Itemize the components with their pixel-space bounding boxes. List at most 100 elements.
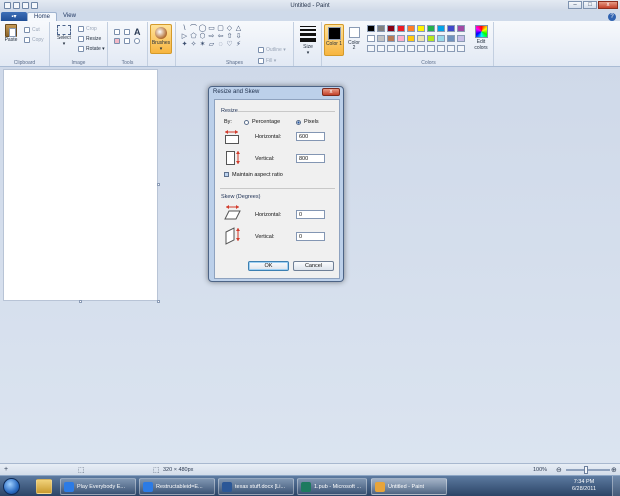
color-swatch[interactable]: [407, 35, 415, 42]
color-swatch[interactable]: [377, 25, 385, 32]
shape-item[interactable]: ✦: [180, 41, 189, 49]
shape-item[interactable]: \: [180, 25, 189, 33]
rotate-button[interactable]: Rotate ▾: [78, 46, 105, 52]
system-clock[interactable]: 7:34 PM 6/28/2011: [572, 479, 596, 493]
empty-color-swatch[interactable]: [377, 45, 385, 52]
shape-item[interactable]: ◇: [225, 25, 234, 33]
paint-menu-button[interactable]: ▪▾: [1, 12, 27, 21]
taskbar-item[interactable]: Play Everybody E...: [60, 478, 136, 495]
taskbar-item[interactable]: texas stuff.docx [Li...: [218, 478, 294, 495]
color-swatch[interactable]: [417, 35, 425, 42]
shape-item[interactable]: ⇨: [207, 33, 216, 41]
skew-horizontal-input[interactable]: [296, 210, 325, 219]
edit-colors-button[interactable]: Edit colors: [470, 25, 492, 51]
shape-item[interactable]: ▷: [180, 33, 189, 41]
pencil-icon[interactable]: [114, 29, 120, 35]
shape-item[interactable]: ♡: [225, 41, 234, 49]
color-swatch[interactable]: [437, 35, 445, 42]
empty-color-swatch[interactable]: [437, 45, 445, 52]
color-swatch[interactable]: [387, 35, 395, 42]
cancel-button[interactable]: Cancel: [293, 261, 334, 271]
maximize-button[interactable]: □: [583, 1, 597, 9]
shape-item[interactable]: ✧: [189, 41, 198, 49]
zoom-slider[interactable]: [566, 466, 610, 474]
help-button[interactable]: ?: [608, 13, 616, 21]
shape-item[interactable]: ⇦: [216, 33, 225, 41]
color-picker-icon[interactable]: [124, 38, 130, 44]
canvas-resize-handle-corner[interactable]: [157, 300, 160, 303]
shape-item[interactable]: ⬡: [198, 33, 207, 41]
copy-button[interactable]: Copy: [24, 37, 44, 43]
shape-item[interactable]: ⚡: [234, 41, 243, 49]
empty-color-swatch[interactable]: [407, 45, 415, 52]
color-swatch[interactable]: [397, 35, 405, 42]
minimize-button[interactable]: –: [568, 1, 582, 9]
shape-item[interactable]: ⇩: [234, 33, 243, 41]
color-swatch[interactable]: [447, 35, 455, 42]
eraser-icon[interactable]: [114, 38, 120, 44]
color2-button[interactable]: Color 2: [346, 24, 362, 56]
drawing-canvas[interactable]: [3, 69, 158, 301]
zoom-in-icon[interactable]: ⊕: [611, 466, 617, 474]
show-desktop-button[interactable]: [612, 476, 620, 496]
cut-button[interactable]: Cut: [24, 27, 40, 33]
color-swatch[interactable]: [407, 25, 415, 32]
empty-color-swatch[interactable]: [367, 45, 375, 52]
skew-vertical-input[interactable]: [296, 232, 325, 241]
magnifier-icon[interactable]: [134, 38, 140, 44]
resize-horizontal-input[interactable]: [296, 132, 325, 141]
zoom-out-icon[interactable]: ⊖: [556, 466, 562, 474]
crop-button[interactable]: Crop: [78, 26, 97, 32]
shape-item[interactable]: ◯: [198, 25, 207, 33]
text-tool-icon[interactable]: A: [134, 27, 141, 37]
color-swatch[interactable]: [397, 25, 405, 32]
color-swatch[interactable]: [427, 25, 435, 32]
brushes-button[interactable]: Brushes ▾: [150, 24, 172, 54]
select-button[interactable]: Select ▾: [53, 25, 75, 47]
resize-button[interactable]: Resize: [78, 36, 101, 42]
empty-color-swatch[interactable]: [397, 45, 405, 52]
taskbar-item[interactable]: Restructableid=E...: [139, 478, 215, 495]
canvas-resize-handle-bottom[interactable]: [79, 300, 82, 303]
empty-color-swatch[interactable]: [427, 45, 435, 52]
tab-home[interactable]: Home: [27, 12, 58, 21]
shape-item[interactable]: ⌒: [189, 25, 198, 33]
canvas-resize-handle-right[interactable]: [157, 183, 160, 186]
color-swatch[interactable]: [447, 25, 455, 32]
shape-item[interactable]: ⬠: [189, 33, 198, 41]
file-explorer-icon[interactable]: [36, 479, 52, 494]
ok-button[interactable]: OK: [248, 261, 289, 271]
close-button[interactable]: x: [598, 1, 618, 9]
empty-color-swatch[interactable]: [387, 45, 395, 52]
fill-button[interactable]: Fill ▾: [258, 58, 276, 64]
dialog-close-button[interactable]: x: [322, 88, 340, 96]
empty-color-swatch[interactable]: [447, 45, 455, 52]
color-swatch[interactable]: [377, 35, 385, 42]
start-button[interactable]: [3, 478, 20, 495]
taskbar-item[interactable]: Untitled - Paint: [371, 478, 447, 495]
zoom-slider-knob[interactable]: [584, 466, 588, 474]
taskbar-item[interactable]: 1.pub - Microsoft ...: [297, 478, 367, 495]
empty-color-swatch[interactable]: [457, 45, 465, 52]
shape-item[interactable]: ▭: [207, 25, 216, 33]
maintain-aspect-checkbox[interactable]: [224, 172, 229, 177]
color-swatch[interactable]: [387, 25, 395, 32]
color1-button[interactable]: Color 1: [324, 24, 344, 56]
size-button[interactable]: Size ▾: [298, 26, 318, 56]
resize-vertical-input[interactable]: [296, 154, 325, 163]
color-swatch[interactable]: [437, 25, 445, 32]
outline-button[interactable]: Outline ▾: [258, 47, 286, 53]
tab-view[interactable]: View: [57, 12, 82, 21]
fill-bucket-icon[interactable]: [124, 29, 130, 35]
color-swatch[interactable]: [427, 35, 435, 42]
color-swatch[interactable]: [367, 35, 375, 42]
color-swatch[interactable]: [457, 25, 465, 32]
color-swatch[interactable]: [367, 25, 375, 32]
shape-item[interactable]: △: [234, 25, 243, 33]
color-swatch[interactable]: [417, 25, 425, 32]
shape-item[interactable]: ▱: [207, 41, 216, 49]
pixels-radio[interactable]: [296, 120, 301, 125]
color-swatch[interactable]: [457, 35, 465, 42]
shape-item[interactable]: ⇧: [225, 33, 234, 41]
percentage-radio[interactable]: [244, 120, 249, 125]
